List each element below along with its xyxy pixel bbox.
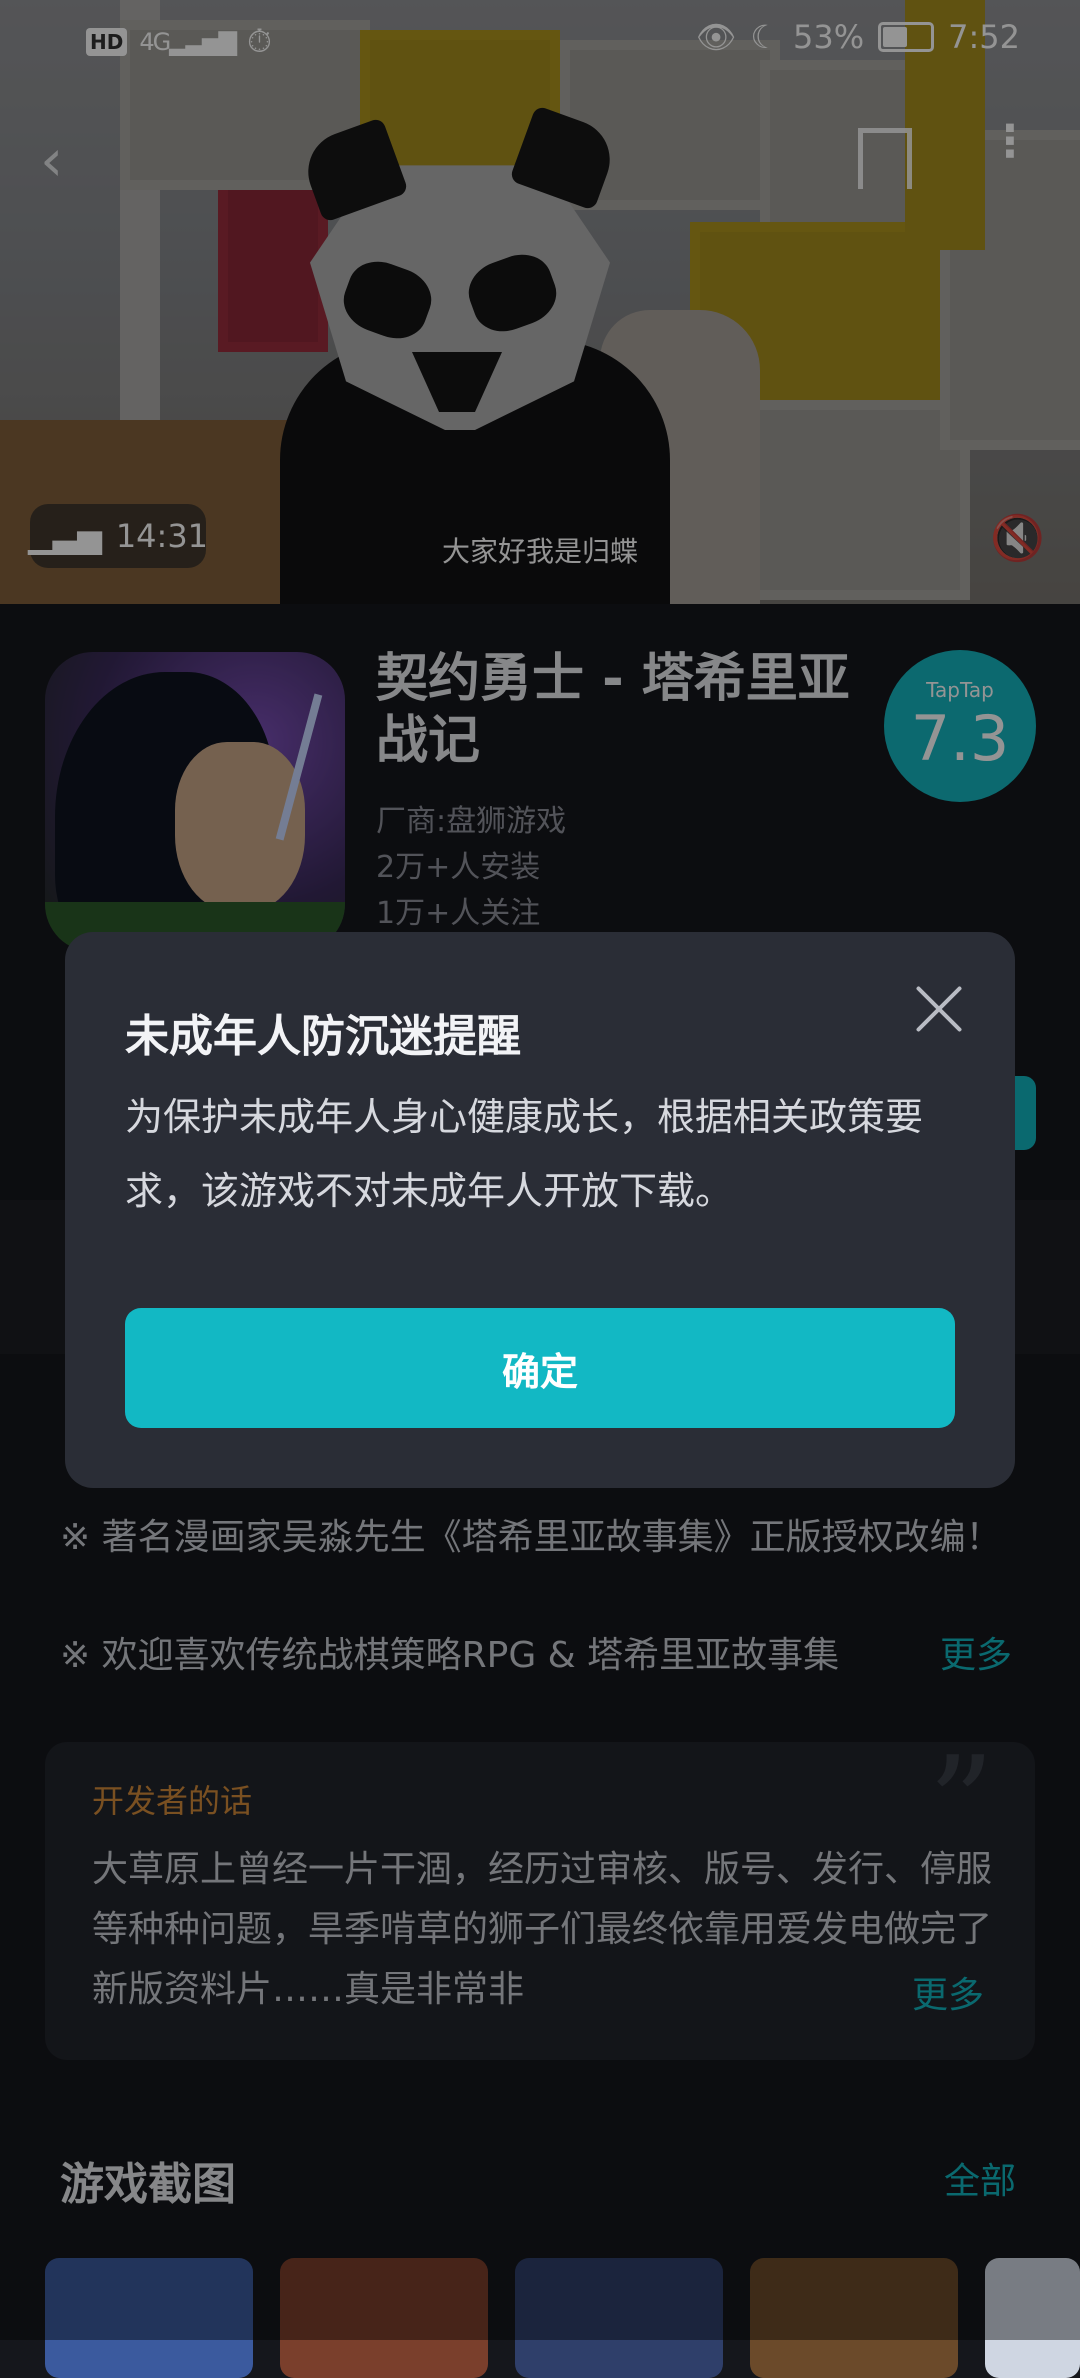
dialog-message: 为保护未成年人身心健康成长，根据相关政策要求，该游戏不对未成年人开放下载。 <box>125 1095 924 1213</box>
close-icon[interactable] <box>910 980 968 1038</box>
minor-protection-dialog: 未成年人防沉迷提醒 为保护未成年人身心健康成长，根据相关政策要求，该游戏不对未成… <box>65 932 1015 1488</box>
dialog-title: 未成年人防沉迷提醒 <box>125 1011 521 1062</box>
confirm-button[interactable]: 确定 <box>125 1308 955 1428</box>
